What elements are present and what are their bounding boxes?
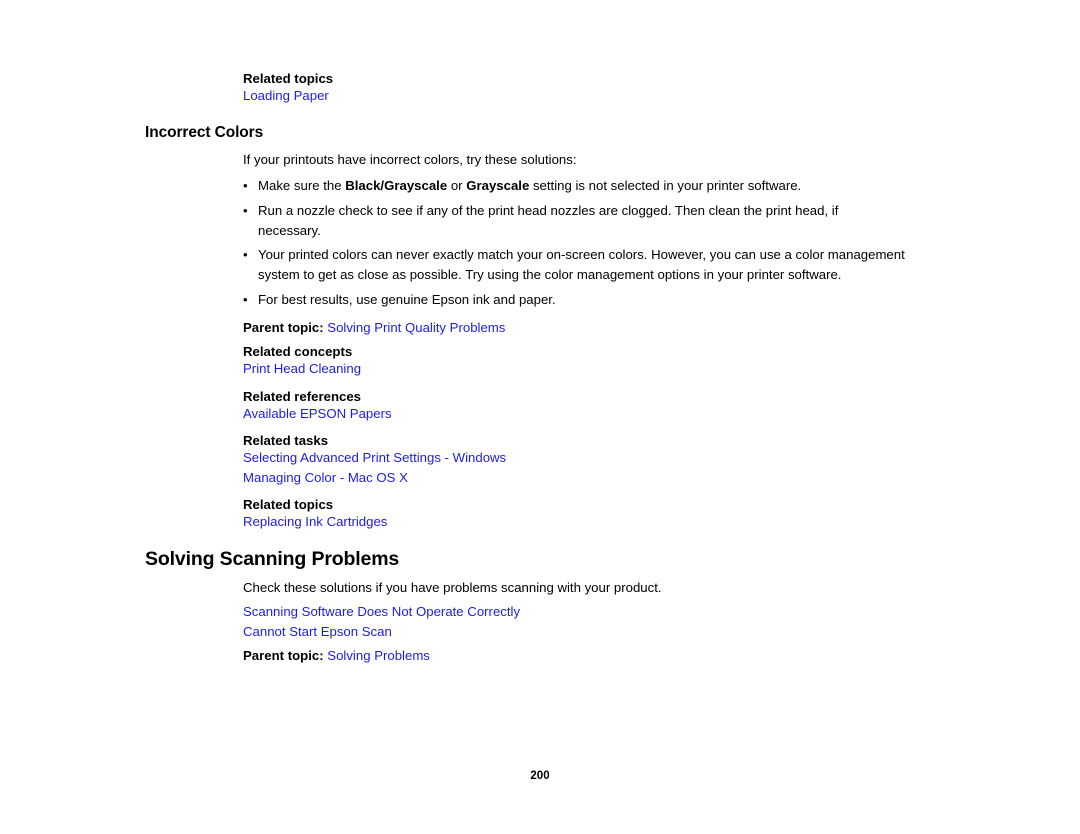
bullet-dot-icon: • [243, 291, 248, 307]
parent-topic-line: Parent topic: Solving Print Quality Prob… [243, 320, 1080, 337]
bullet-text: For best results, use genuine Epson ink … [258, 292, 556, 307]
plain-text: setting is not selected in your printer … [529, 178, 802, 193]
heading-incorrect-colors: Incorrect Colors [145, 124, 264, 141]
plain-text: Your printed colors can never exactly ma… [258, 247, 905, 283]
page-number: 200 [530, 770, 550, 782]
incorrect-colors-bullet-list: • Make sure the Black/Grayscale or Grays… [243, 176, 905, 310]
solving-scanning-intro: Check these solutions if you have proble… [243, 580, 662, 595]
bullet-dot-icon: • [243, 247, 248, 263]
top-related-topics-block: Related topics Loading Paper [243, 71, 1080, 104]
parent-topic-print-quality-wrap: Parent topic: Solving Print Quality Prob… [243, 320, 1080, 337]
bullet-item: • Run a nozzle check to see if any of th… [243, 201, 903, 241]
bullet-text: Make sure the Black/Grayscale or Graysca… [258, 178, 801, 193]
bullet-text: Run a nozzle check to see if any of the … [258, 203, 838, 238]
parent-topic-label: Parent topic: [243, 320, 324, 335]
parent-topic-solving-problems-wrap: Parent topic: Solving Problems [243, 648, 1080, 665]
bullet-text: Your printed colors can never exactly ma… [258, 247, 905, 282]
link-selecting-advanced-print-settings-windows[interactable]: Selecting Advanced Print Settings - Wind… [243, 450, 1080, 467]
bullet-dot-icon: • [243, 178, 248, 193]
plain-text: For best results, use genuine Epson ink … [258, 291, 556, 307]
emphasis-text: Grayscale [466, 178, 530, 193]
parent-topic-label: Parent topic: [243, 648, 324, 663]
solving-scanning-intro-wrap: Check these solutions if you have proble… [243, 580, 1080, 597]
link-solving-problems[interactable]: Solving Problems [327, 648, 430, 663]
heading-solving-scanning-problems-wrap: Solving Scanning Problems [145, 548, 1080, 571]
link-print-head-cleaning[interactable]: Print Head Cleaning [243, 361, 1080, 378]
related-concepts-block: Related concepts Print Head Cleaning [243, 344, 1080, 377]
incorrect-colors-intro-wrap: If your printouts have incorrect colors,… [243, 152, 1080, 169]
bullet-item: • For best results, use genuine Epson in… [243, 290, 903, 310]
link-managing-color-mac-os-x[interactable]: Managing Color - Mac OS X [243, 470, 1080, 487]
plain-text: or [447, 178, 467, 193]
plain-text: Run a nozzle check to see if any of the … [258, 202, 839, 238]
related-topics-block: Related topics Replacing Ink Cartridges [243, 497, 1080, 530]
bullet-item: • Your printed colors can never exactly … [243, 245, 915, 285]
related-topics-label: Related topics [243, 497, 334, 512]
link-available-epson-papers[interactable]: Available EPSON Papers [243, 406, 1080, 423]
link-loading-paper[interactable]: Loading Paper [243, 88, 1080, 105]
related-references-label: Related references [243, 389, 362, 404]
link-solving-print-quality-problems[interactable]: Solving Print Quality Problems [327, 320, 505, 335]
plain-text: Make sure the [258, 178, 346, 193]
bullet-item: • Make sure the Black/Grayscale or Grays… [243, 176, 903, 196]
solving-scanning-links: Scanning Software Does Not Operate Corre… [243, 604, 1080, 641]
link-scanning-software-does-not-operate-correctly[interactable]: Scanning Software Does Not Operate Corre… [243, 604, 1080, 621]
emphasis-text: Black/Grayscale [345, 178, 448, 193]
parent-topic-line: Parent topic: Solving Problems [243, 648, 1080, 665]
incorrect-colors-intro: If your printouts have incorrect colors,… [243, 152, 577, 167]
related-tasks-label: Related tasks [243, 433, 329, 448]
related-tasks-block: Related tasks Selecting Advanced Print S… [243, 433, 1080, 486]
related-topics-label: Related topics [243, 71, 334, 86]
document-page: Related topics Loading Paper Incorrect C… [0, 0, 1080, 834]
heading-incorrect-colors-wrap: Incorrect Colors [145, 124, 1080, 143]
heading-solving-scanning-problems: Solving Scanning Problems [145, 548, 400, 570]
related-references-block: Related references Available EPSON Paper… [243, 389, 1080, 422]
link-replacing-ink-cartridges[interactable]: Replacing Ink Cartridges [243, 514, 1080, 531]
bullet-dot-icon: • [243, 202, 248, 218]
link-cannot-start-epson-scan[interactable]: Cannot Start Epson Scan [243, 624, 1080, 641]
related-concepts-label: Related concepts [243, 344, 353, 359]
